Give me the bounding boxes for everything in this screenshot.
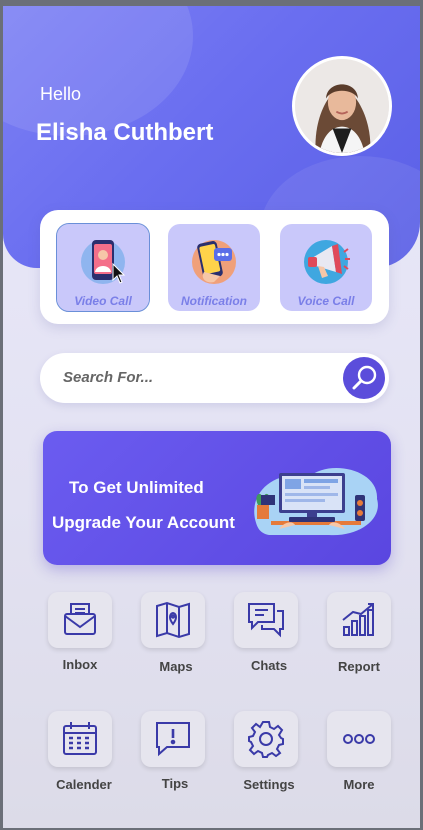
chats-label: Chats: [250, 658, 288, 673]
notification-label: Notification: [181, 294, 247, 308]
upgrade-banner[interactable]: To Get Unlimited Upgrade Your Account: [43, 431, 391, 565]
search-input[interactable]: Search For...: [63, 369, 153, 386]
report-icon: [342, 603, 374, 636]
calendar-icon: [63, 722, 97, 755]
report-label: Report: [338, 659, 380, 674]
notification-icon: [192, 240, 236, 284]
map-icon: [156, 601, 190, 639]
calendar-button[interactable]: [48, 711, 112, 767]
chats-button[interactable]: [234, 592, 298, 648]
greeting: Hello: [40, 84, 82, 104]
video-call-label: Video Call: [74, 294, 132, 308]
notification-button[interactable]: Notification: [168, 224, 260, 311]
maps-button[interactable]: [141, 592, 205, 648]
inbox-icon: [64, 603, 96, 635]
search-bar[interactable]: Search For...: [40, 353, 389, 403]
search-icon: [352, 365, 377, 390]
voice-call-label: Voice Call: [297, 294, 355, 308]
video-call-icon: [81, 240, 126, 284]
user-name: Elisha Cuthbert: [36, 119, 214, 146]
video-call-button[interactable]: Video Call: [56, 223, 150, 312]
more-icon: [343, 734, 375, 744]
tips-label: Tips: [161, 776, 189, 791]
maps-label: Maps: [159, 659, 193, 674]
more-button[interactable]: [327, 711, 391, 767]
avatar-photo: [295, 59, 389, 153]
megaphone-icon: [304, 240, 350, 284]
settings-icon: [248, 721, 284, 758]
search-button[interactable]: [343, 357, 385, 399]
voice-call-button[interactable]: Voice Call: [280, 224, 372, 311]
workstation-illustration: [254, 468, 378, 536]
inbox-button[interactable]: [48, 592, 112, 648]
header-decoration: [3, 6, 193, 136]
promo-line-1: To Get Unlimited: [69, 478, 204, 497]
tips-button[interactable]: [141, 711, 205, 767]
avatar[interactable]: [292, 56, 392, 156]
app-screen: Hello Elisha Cuthbert Video Call Notific…: [3, 6, 420, 828]
calendar-label: Calender: [56, 777, 112, 792]
settings-label: Settings: [243, 777, 295, 792]
report-button[interactable]: [327, 592, 391, 648]
inbox-label: Inbox: [62, 657, 98, 672]
settings-button[interactable]: [234, 711, 298, 767]
promo-line-2: Upgrade Your Account: [52, 513, 235, 532]
quick-actions-card: Video Call Notification Voice Call: [40, 210, 389, 324]
tips-icon: [156, 722, 190, 757]
chat-icon: [248, 603, 284, 638]
more-label: More: [343, 777, 375, 792]
